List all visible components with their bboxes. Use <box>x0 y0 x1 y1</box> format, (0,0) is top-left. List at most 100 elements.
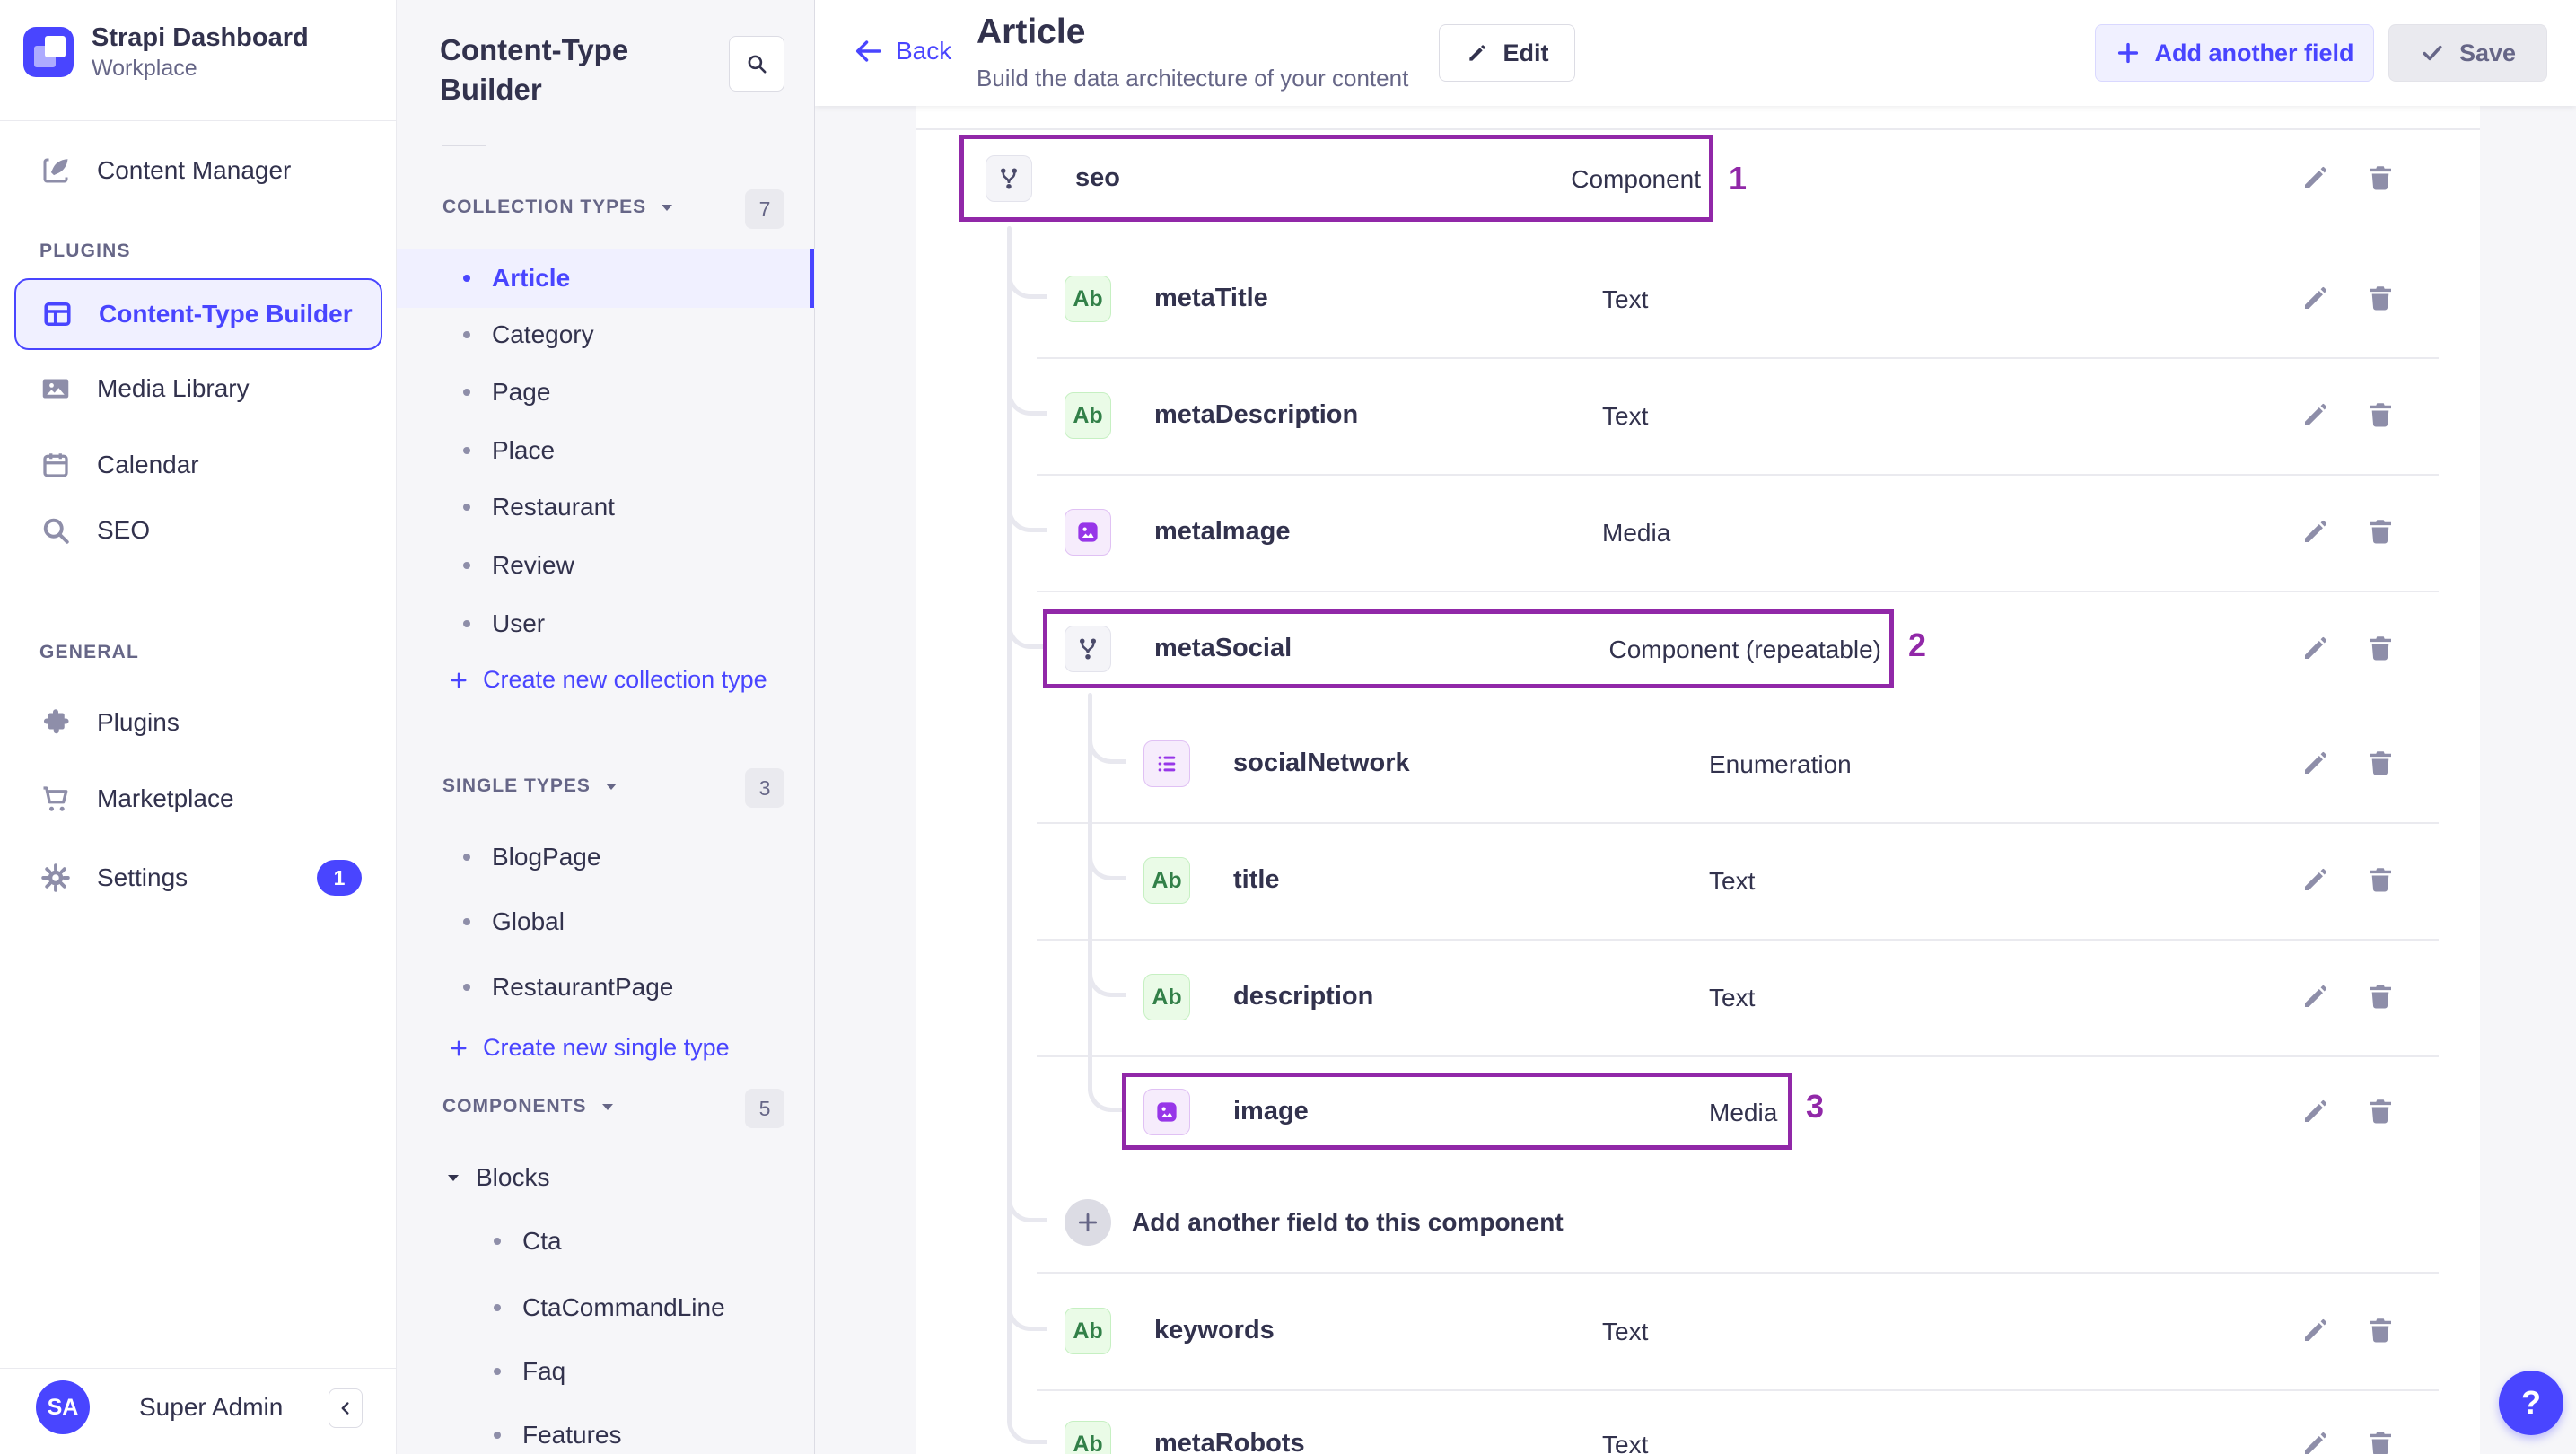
enumeration-icon <box>1143 740 1190 787</box>
sidebar-item-content-type-builder[interactable]: Content-Type Builder <box>14 278 382 350</box>
text-field-icon: Ab <box>1065 1421 1111 1454</box>
subnav-item-label: Article <box>492 264 571 292</box>
delete-field-button[interactable] <box>2364 1427 2396 1454</box>
delete-field-button[interactable] <box>2364 282 2396 314</box>
field-name: socialNetwork <box>1233 749 1410 777</box>
delete-field-button[interactable] <box>2364 632 2396 664</box>
field-row-metarobots[interactable]: Ab metaRobots Text <box>916 1386 2480 1454</box>
sidebar-item-marketplace[interactable]: Marketplace <box>14 763 382 835</box>
field-row-metatitle[interactable]: Ab metaTitle Text <box>916 241 2480 357</box>
subnav-item-features[interactable]: Features <box>397 1406 815 1454</box>
subnav-item-user[interactable]: User <box>397 594 815 653</box>
active-indicator-bar <box>810 249 814 308</box>
text-field-icon: Ab <box>1065 276 1111 322</box>
field-type: Media <box>1602 519 1671 547</box>
edit-field-button[interactable] <box>2300 747 2332 779</box>
sidebar-item-label: Content Manager <box>97 156 292 184</box>
subnav-item-cta[interactable]: Cta <box>397 1212 815 1271</box>
edit-field-button[interactable] <box>2300 980 2332 1012</box>
add-another-field-label: Add another field <box>2154 39 2354 66</box>
delete-field-button[interactable] <box>2364 1095 2396 1127</box>
field-row-keywords[interactable]: Ab keywords Text <box>916 1273 2480 1389</box>
subnav-item-category[interactable]: Category <box>397 305 815 364</box>
bullet-icon <box>494 1432 501 1439</box>
brand[interactable]: Strapi Dashboard Workplace <box>23 22 309 83</box>
field-row-socialnetwork[interactable]: socialNetwork Enumeration <box>916 705 2480 822</box>
subnav-search-button[interactable] <box>729 36 784 92</box>
annotation-number-1: 1 <box>1729 160 1748 197</box>
page-title: Article <box>977 13 1086 51</box>
subnav-item-ctacommandline[interactable]: CtaCommandLine <box>397 1278 815 1337</box>
delete-field-button[interactable] <box>2364 863 2396 896</box>
delete-field-button[interactable] <box>2364 162 2396 194</box>
field-row-description[interactable]: Ab description Text <box>916 939 2480 1055</box>
subnav-item-label: Faq <box>522 1357 566 1385</box>
edit-field-button[interactable] <box>2300 162 2332 194</box>
add-field-to-component-row[interactable]: Add another field to this component <box>916 1164 2480 1281</box>
edit-field-button[interactable] <box>2300 1314 2332 1346</box>
delete-field-button[interactable] <box>2364 747 2396 779</box>
delete-field-button[interactable] <box>2364 1314 2396 1346</box>
sidebar-item-media-library[interactable]: Media Library <box>14 353 382 425</box>
back-link[interactable]: Back <box>853 36 951 66</box>
bullet-icon <box>494 1304 501 1311</box>
subnav-item-label: Features <box>522 1421 622 1449</box>
create-collection-type-link[interactable]: Create new collection type <box>449 666 767 694</box>
subnav-item-blogpage[interactable]: BlogPage <box>397 828 815 887</box>
edit-field-button[interactable] <box>2300 632 2332 664</box>
sidebar-item-label: Media Library <box>97 374 250 402</box>
edit-field-button[interactable] <box>2300 1427 2332 1454</box>
delete-field-button[interactable] <box>2364 515 2396 547</box>
subnav-item-restaurant[interactable]: Restaurant <box>397 477 815 537</box>
sidebar-item-seo[interactable]: SEO <box>14 495 382 566</box>
subnav-item-article[interactable]: Article <box>397 249 815 308</box>
edit-field-button[interactable] <box>2300 282 2332 314</box>
edit-button[interactable]: Edit <box>1439 24 1575 82</box>
collapse-sidebar-button[interactable] <box>329 1388 363 1428</box>
field-row-title[interactable]: Ab title Text <box>916 822 2480 939</box>
sidebar-item-label: SEO <box>97 516 151 544</box>
plus-icon[interactable] <box>1065 1199 1111 1246</box>
subnav-item-review[interactable]: Review <box>397 536 815 595</box>
edit-field-button[interactable] <box>2300 863 2332 896</box>
sidebar-item-content-manager[interactable]: Content Manager <box>14 135 382 206</box>
subnav-item-restaurantpage[interactable]: RestaurantPage <box>397 958 815 1017</box>
cart-icon <box>39 783 72 815</box>
puzzle-icon <box>39 706 72 739</box>
single-types-header[interactable]: SINGLE TYPES <box>442 775 618 797</box>
delete-field-button[interactable] <box>2364 399 2396 431</box>
components-header[interactable]: COMPONENTS <box>442 1096 614 1117</box>
field-row-metaimage[interactable]: metaImage Media <box>916 474 2480 591</box>
sidebar-item-calendar[interactable]: Calendar <box>14 429 382 501</box>
plus-icon <box>451 671 467 688</box>
edit-field-button[interactable] <box>2300 1095 2332 1127</box>
collection-types-header[interactable]: COLLECTION TYPES <box>442 197 673 218</box>
workspace-title: Strapi Dashboard <box>92 23 309 52</box>
subnav-item-place[interactable]: Place <box>397 421 815 480</box>
subnav-item-label: Global <box>492 907 565 935</box>
field-type: Text <box>1602 285 1649 313</box>
avatar[interactable]: SA <box>36 1380 90 1434</box>
app-root: Strapi Dashboard Workplace Content Manag… <box>0 0 2576 1454</box>
search-icon <box>39 514 72 547</box>
subnav-item-label: Cta <box>522 1227 562 1255</box>
field-row-metadescription[interactable]: Ab metaDescription Text <box>916 357 2480 474</box>
component-group-blocks[interactable]: Blocks <box>447 1163 549 1192</box>
save-button[interactable]: Save <box>2388 24 2547 82</box>
sidebar-item-plugins[interactable]: Plugins <box>14 687 382 758</box>
add-field-to-component-label[interactable]: Add another field to this component <box>1132 1208 1564 1237</box>
subnav-item-page[interactable]: Page <box>397 363 815 422</box>
calendar-icon <box>39 449 72 481</box>
collection-types-label: COLLECTION TYPES <box>442 197 647 217</box>
annotation-number-2: 2 <box>1908 626 1927 663</box>
edit-field-button[interactable] <box>2300 399 2332 431</box>
delete-field-button[interactable] <box>2364 980 2396 1012</box>
help-button[interactable]: ? <box>2499 1371 2563 1435</box>
create-single-type-link[interactable]: Create new single type <box>449 1034 730 1062</box>
subnav-item-faq[interactable]: Faq <box>397 1342 815 1401</box>
feather-icon <box>39 154 72 187</box>
settings-badge: 1 <box>317 860 362 896</box>
subnav-item-global[interactable]: Global <box>397 892 815 951</box>
add-another-field-button[interactable]: Add another field <box>2095 24 2374 82</box>
edit-field-button[interactable] <box>2300 515 2332 547</box>
